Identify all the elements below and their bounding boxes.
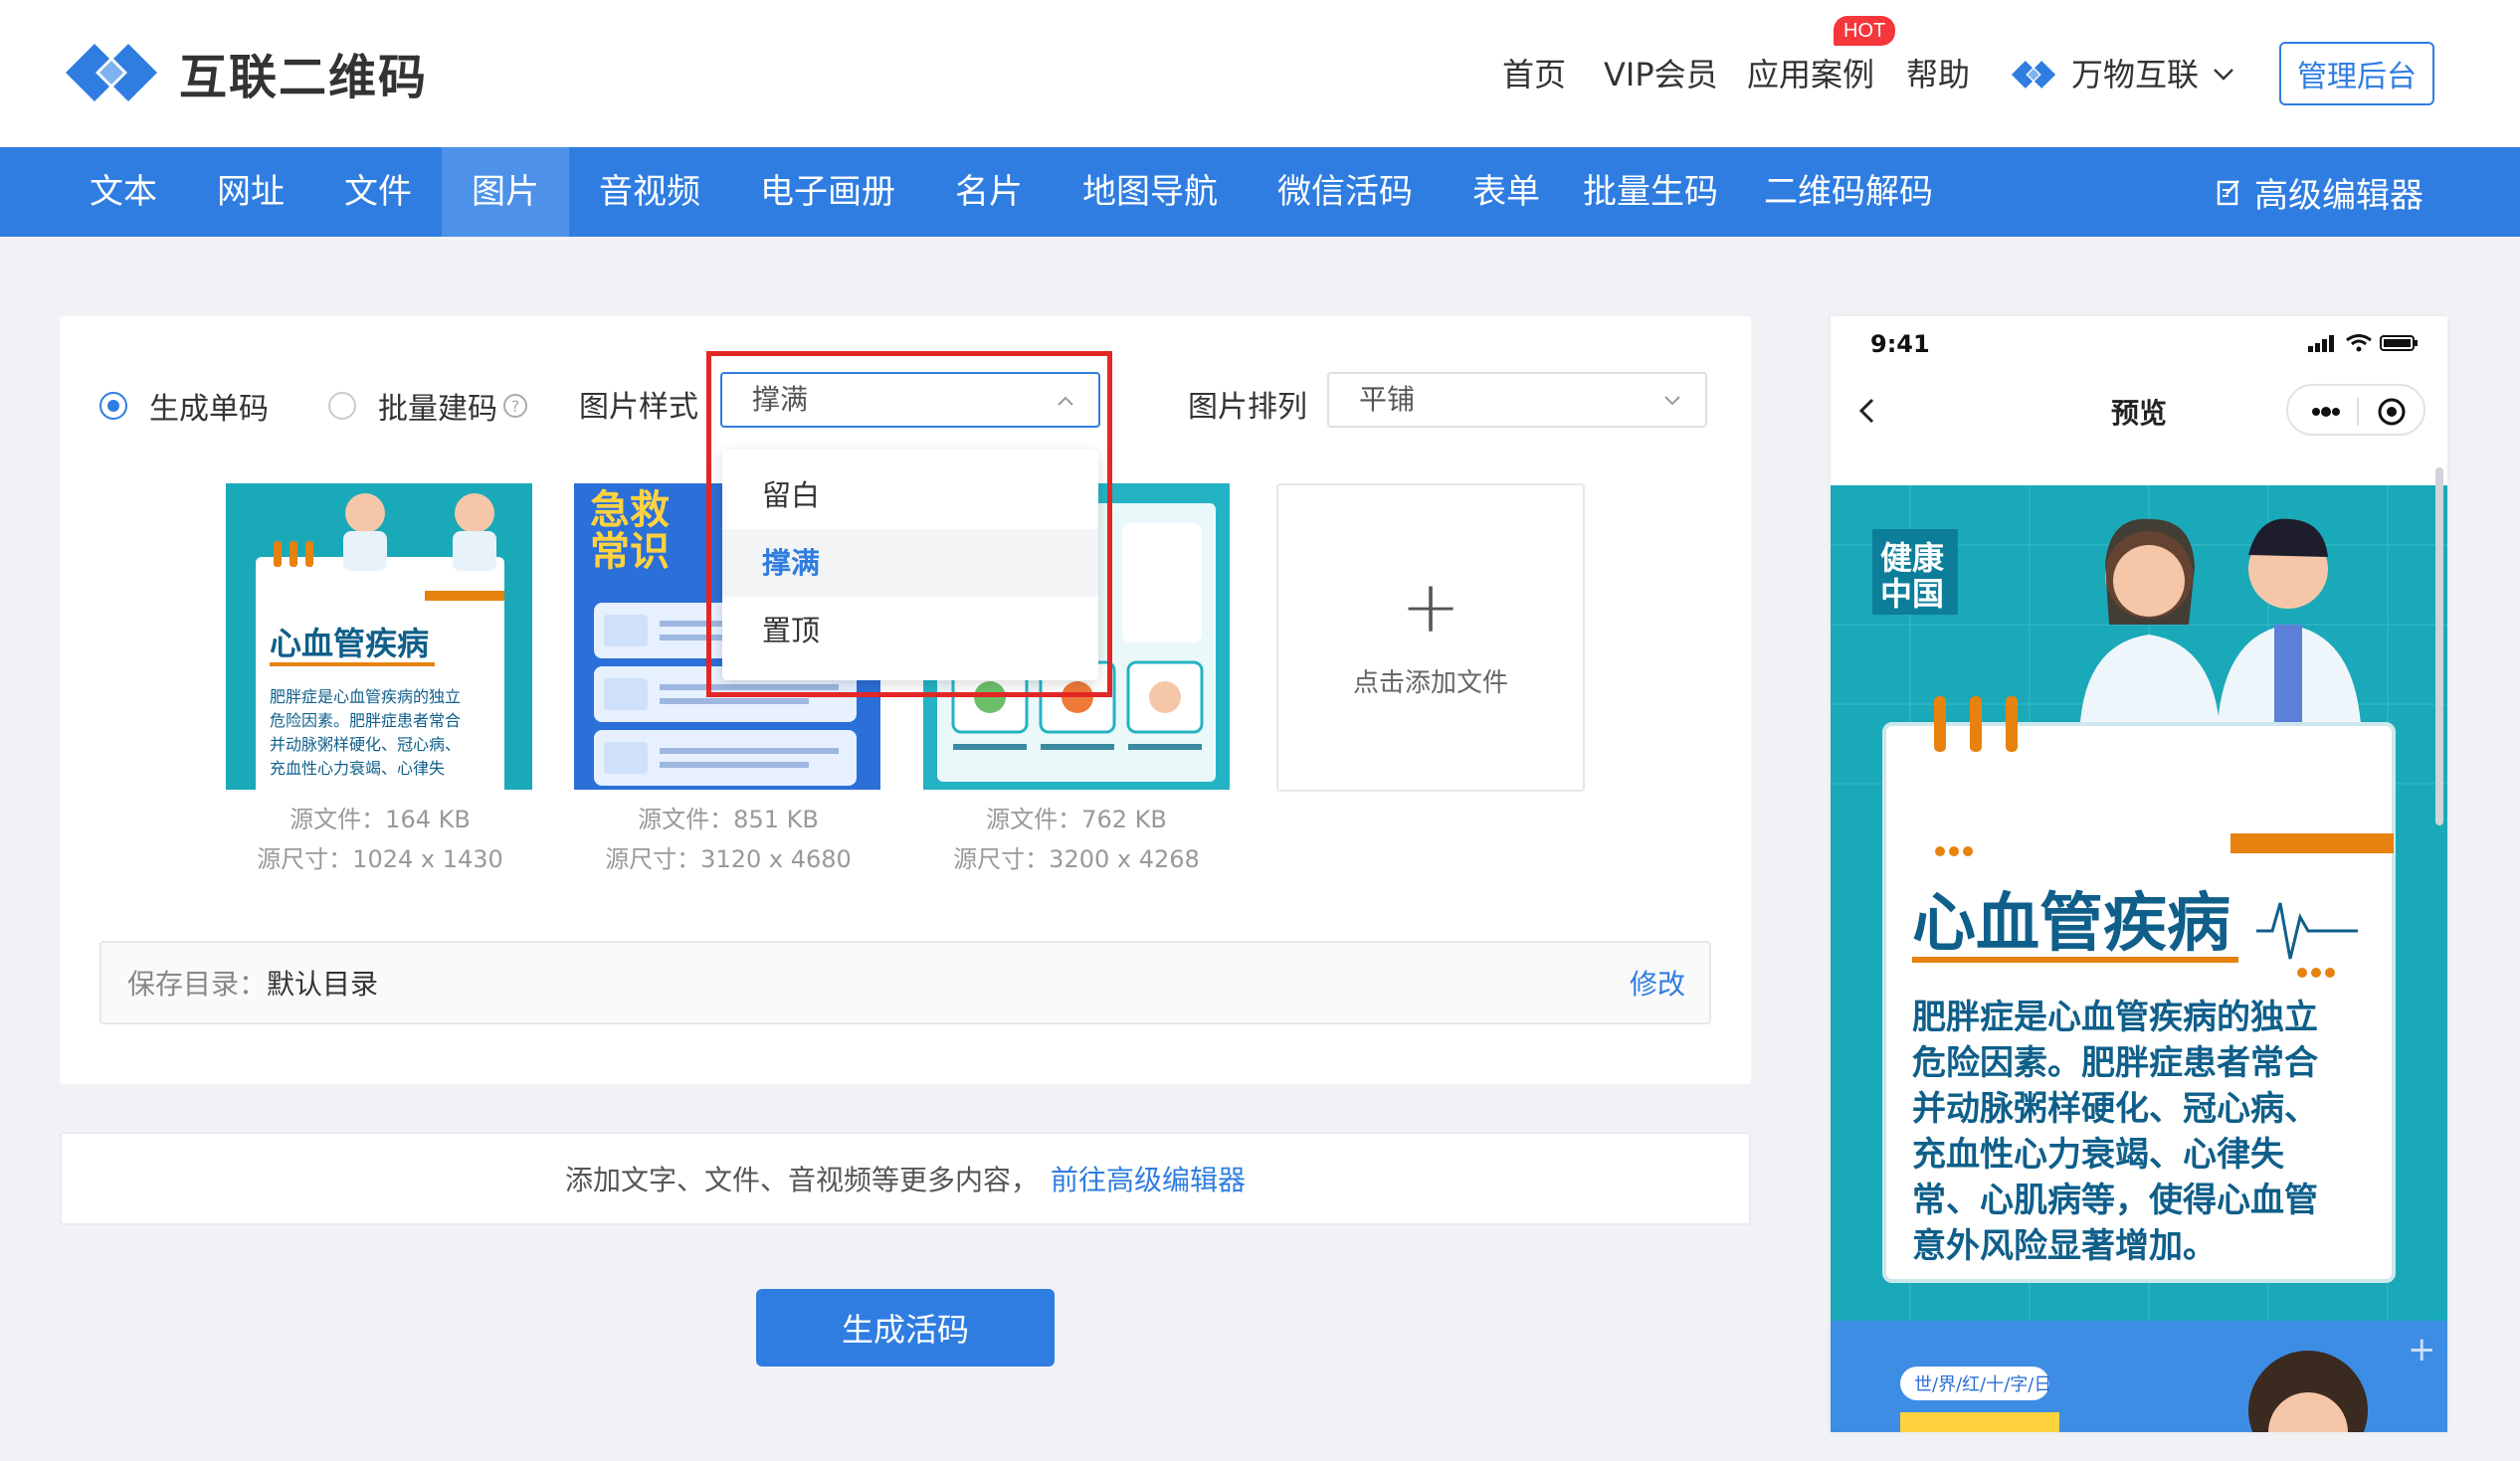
svg-text:并动脉粥样硬化、冠心病、: 并动脉粥样硬化、冠心病、 — [270, 735, 461, 754]
add-file-label: 点击添加文件 — [1352, 667, 1508, 698]
thumb-1-dimensions: 源尺寸：1024 x 1430 — [257, 845, 503, 873]
save-dir-label: 保存目录： — [127, 968, 268, 1001]
capsule-icons — [2312, 398, 2406, 426]
chevron-down-icon — [2214, 69, 2233, 81]
advanced-editor-link[interactable]: 高级编辑器 — [2217, 147, 2423, 237]
topnav-home[interactable]: 首页 — [1502, 52, 1566, 97]
svg-text:中国: 中国 — [1880, 575, 1944, 613]
goto-advanced-editor-link[interactable]: 前往高级编辑器 — [1051, 1159, 1246, 1198]
status-time: 9:41 — [1870, 330, 1930, 358]
image-arrange-select[interactable]: 平铺 — [1327, 372, 1707, 428]
battery-icon — [2380, 335, 2418, 351]
image-thumbnail-1[interactable]: 心血管疾病 肥胖症是心血管疾病的独立 危险因素。肥胖症患者常合 并动脉粥样硬化、… — [226, 483, 532, 790]
style-option-fill[interactable]: 撑满 — [722, 529, 1098, 597]
plus-icon: + — [1400, 564, 1461, 648]
svg-text:健康: 健康 — [1880, 539, 1945, 577]
thumb-1-size: 源文件：164 KB — [290, 806, 471, 833]
advanced-editor-label: 高级编辑器 — [2254, 175, 2423, 216]
mode-batch-label[interactable]: 批量建码 — [378, 384, 497, 428]
wifi-icon — [2346, 334, 2372, 352]
more-content-text: 添加文字、文件、音视频等更多内容， — [564, 1164, 1039, 1196]
thumb-2-title-1: 急救 — [590, 487, 670, 533]
thumb-2-size: 源文件：851 KB — [638, 806, 819, 833]
tab-url[interactable]: 网址 — [187, 147, 314, 237]
add-file-button[interactable]: + 点击添加文件 — [1276, 483, 1585, 792]
image-settings-card: 生成单码 批量建码 ? 图片样式 撑满 图片排列 平铺 心血管疾病 肥胖症是心血… — [60, 316, 1751, 1084]
brand-logo-icon — [66, 44, 157, 101]
tab-file[interactable]: 文件 — [314, 147, 442, 237]
svg-text:危险因素。肥胖症患者常合: 危险因素。肥胖症患者常合 — [270, 711, 461, 730]
chevron-up-icon — [1058, 396, 1073, 406]
radio-batch[interactable] — [328, 392, 356, 420]
preview-scrollbar[interactable] — [2435, 467, 2443, 825]
tab-audio-video[interactable]: 音视频 — [569, 147, 730, 237]
category-tabs: 文本 网址 文件 图片 音视频 电子画册 名片 地图导航 微信活码 表单 批量生… — [0, 147, 2520, 237]
tab-ebook[interactable]: 电子画册 — [730, 147, 925, 237]
company-switcher[interactable]: 万物互联 — [2010, 52, 2234, 97]
poster-thumbnail-1: 心血管疾病 肥胖症是心血管疾病的独立 危险因素。肥胖症患者常合 并动脉粥样硬化、… — [226, 483, 532, 790]
company-logo-icon — [2011, 61, 2056, 89]
topnav-vip[interactable]: VIP会员 — [1604, 52, 1718, 97]
thumb-3-size: 源文件：762 KB — [986, 806, 1167, 833]
svg-text:充血性心力衰竭、心律失: 充血性心力衰竭、心律失 — [270, 759, 445, 778]
more-content-bar: 添加文字、文件、音视频等更多内容， 前往高级编辑器 — [60, 1132, 1751, 1225]
topnav-cases[interactable]: 应用案例 — [1747, 52, 1874, 97]
tab-decode[interactable]: 二维码解码 — [1751, 147, 1946, 237]
poster-title: 心血管疾病 — [1912, 887, 2230, 961]
topnav-help[interactable]: 帮助 — [1906, 52, 1970, 97]
tab-text[interactable]: 文本 — [60, 147, 187, 237]
image-style-dropdown: 留白 撑满 置顶 — [722, 450, 1098, 680]
svg-text:意外风险显著增加。: 意外风险显著增加。 — [1912, 1226, 2217, 1266]
image-style-value: 撑满 — [752, 383, 809, 416]
save-dir-value: 默认目录 — [267, 968, 379, 1001]
signal-icon — [2308, 335, 2334, 352]
thumb-3-dimensions: 源尺寸：3200 x 4268 — [953, 845, 1200, 873]
hot-badge: HOT — [1834, 16, 1896, 46]
thumb-2-dimensions: 源尺寸：3120 x 4680 — [605, 845, 852, 873]
image-arrange-value: 平铺 — [1359, 383, 1416, 416]
tab-form[interactable]: 表单 — [1443, 147, 1570, 237]
radio-single[interactable] — [99, 392, 127, 420]
poster-bottom-tag: 世/界/红/十/字/日 — [1914, 1374, 2051, 1395]
save-dir-edit-link[interactable]: 修改 — [1630, 963, 1685, 1003]
svg-text:危险因素。肥胖症患者常合: 危险因素。肥胖症患者常合 — [1912, 1043, 2318, 1083]
svg-text:肥胖症是心血管疾病的独立: 肥胖症是心血管疾病的独立 — [1912, 998, 2318, 1037]
tab-card[interactable]: 名片 — [925, 147, 1053, 237]
svg-text:+: + — [2408, 1330, 2436, 1370]
tab-wechat-code[interactable]: 微信活码 — [1248, 147, 1443, 237]
edit-icon — [2217, 180, 2239, 206]
brand-name: 互联二维码 — [179, 50, 429, 105]
top-header: 互联二维码 首页 VIP会员 应用案例 HOT 帮助 万物互联 管理后台 — [0, 0, 2520, 147]
image-arrange-label: 图片排列 — [1188, 390, 1307, 425]
status-icons — [2308, 334, 2420, 352]
tab-batch[interactable]: 批量生码 — [1570, 147, 1731, 237]
save-directory-field: 保存目录： 默认目录 修改 — [99, 941, 1711, 1024]
image-style-label: 图片样式 — [579, 390, 698, 425]
svg-text:肥胖症是心血管疾病的独立: 肥胖症是心血管疾病的独立 — [270, 687, 461, 706]
miniprogram-capsule — [2286, 384, 2425, 436]
tab-map[interactable]: 地图导航 — [1053, 147, 1248, 237]
admin-button[interactable]: 管理后台 — [2279, 42, 2434, 105]
brand-logo[interactable]: 互联二维码 — [62, 38, 428, 107]
style-option-top[interactable]: 置顶 — [722, 597, 1098, 664]
generate-live-code-button[interactable]: 生成活码 — [756, 1289, 1055, 1367]
thumb-2-title-2: 常识 — [590, 529, 670, 575]
mode-single-label[interactable]: 生成单码 — [149, 384, 269, 428]
help-icon[interactable]: ? — [503, 394, 527, 418]
company-name: 万物互联 — [2071, 56, 2200, 93]
mobile-preview: 9:41 预览 健康 中国 心血管疾病 肥胖症是心血管疾病的独立 危险因素。肥胖… — [1831, 316, 2447, 1432]
chevron-down-icon — [1664, 396, 1680, 406]
mode-radio-group: 生成单码 批量建码 ? — [99, 384, 527, 428]
style-option-margin[interactable]: 留白 — [722, 461, 1098, 529]
svg-text:并动脉粥样硬化、冠心病、: 并动脉粥样硬化、冠心病、 — [1912, 1089, 2318, 1129]
svg-text:充血性心力衰竭、心律失: 充血性心力衰竭、心律失 — [1912, 1135, 2285, 1175]
poster-preview-image: 健康 中国 心血管疾病 肥胖症是心血管疾病的独立 危险因素。肥胖症患者常合 并动… — [1831, 485, 2447, 1432]
svg-text:常、心肌病等，使得心血管: 常、心肌病等，使得心血管 — [1912, 1181, 2318, 1220]
thumb-1-title: 心血管疾病 — [270, 625, 429, 662]
tab-image[interactable]: 图片 — [442, 147, 569, 237]
image-style-select[interactable]: 撑满 — [720, 372, 1100, 428]
